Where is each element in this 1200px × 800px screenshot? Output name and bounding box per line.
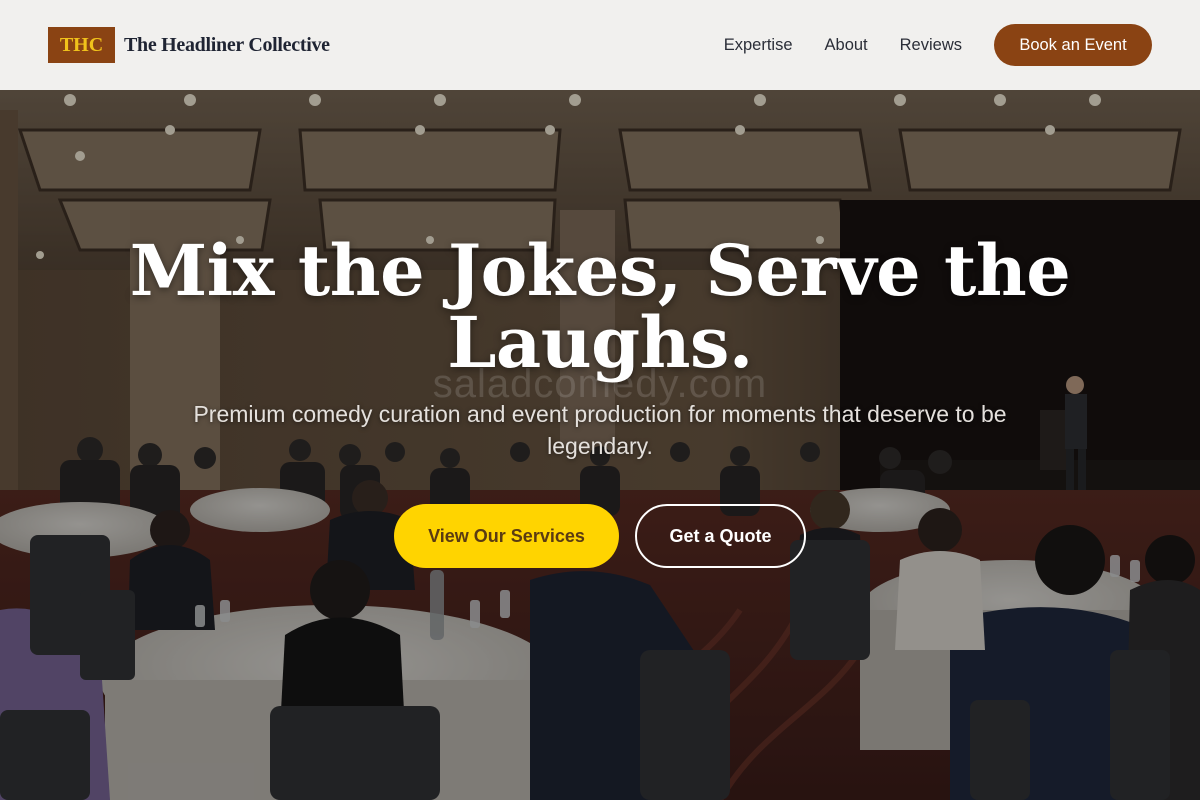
- brand-name[interactable]: The Headliner Collective: [124, 34, 330, 57]
- hero-section: saladcomedy.com Mix the Jokes, Serve the…: [0, 90, 1200, 800]
- logo-badge[interactable]: THC: [48, 27, 115, 63]
- nav-link-expertise[interactable]: Expertise: [724, 36, 793, 55]
- site-header: THC The Headliner Collective Expertise A…: [0, 0, 1200, 90]
- hero-subheadline: Premium comedy curation and event produc…: [193, 401, 1007, 459]
- get-quote-button[interactable]: Get a Quote: [635, 504, 806, 568]
- hero-headline: Mix the Jokes, Serve the Laughs.: [129, 229, 1071, 384]
- view-services-button[interactable]: View Our Services: [394, 504, 619, 568]
- nav-link-about[interactable]: About: [825, 36, 868, 55]
- nav-link-reviews[interactable]: Reviews: [900, 36, 962, 55]
- book-event-button[interactable]: Book an Event: [994, 24, 1152, 66]
- brand[interactable]: THC The Headliner Collective: [48, 27, 330, 63]
- main-nav: Expertise About Reviews Book an Event: [724, 24, 1152, 66]
